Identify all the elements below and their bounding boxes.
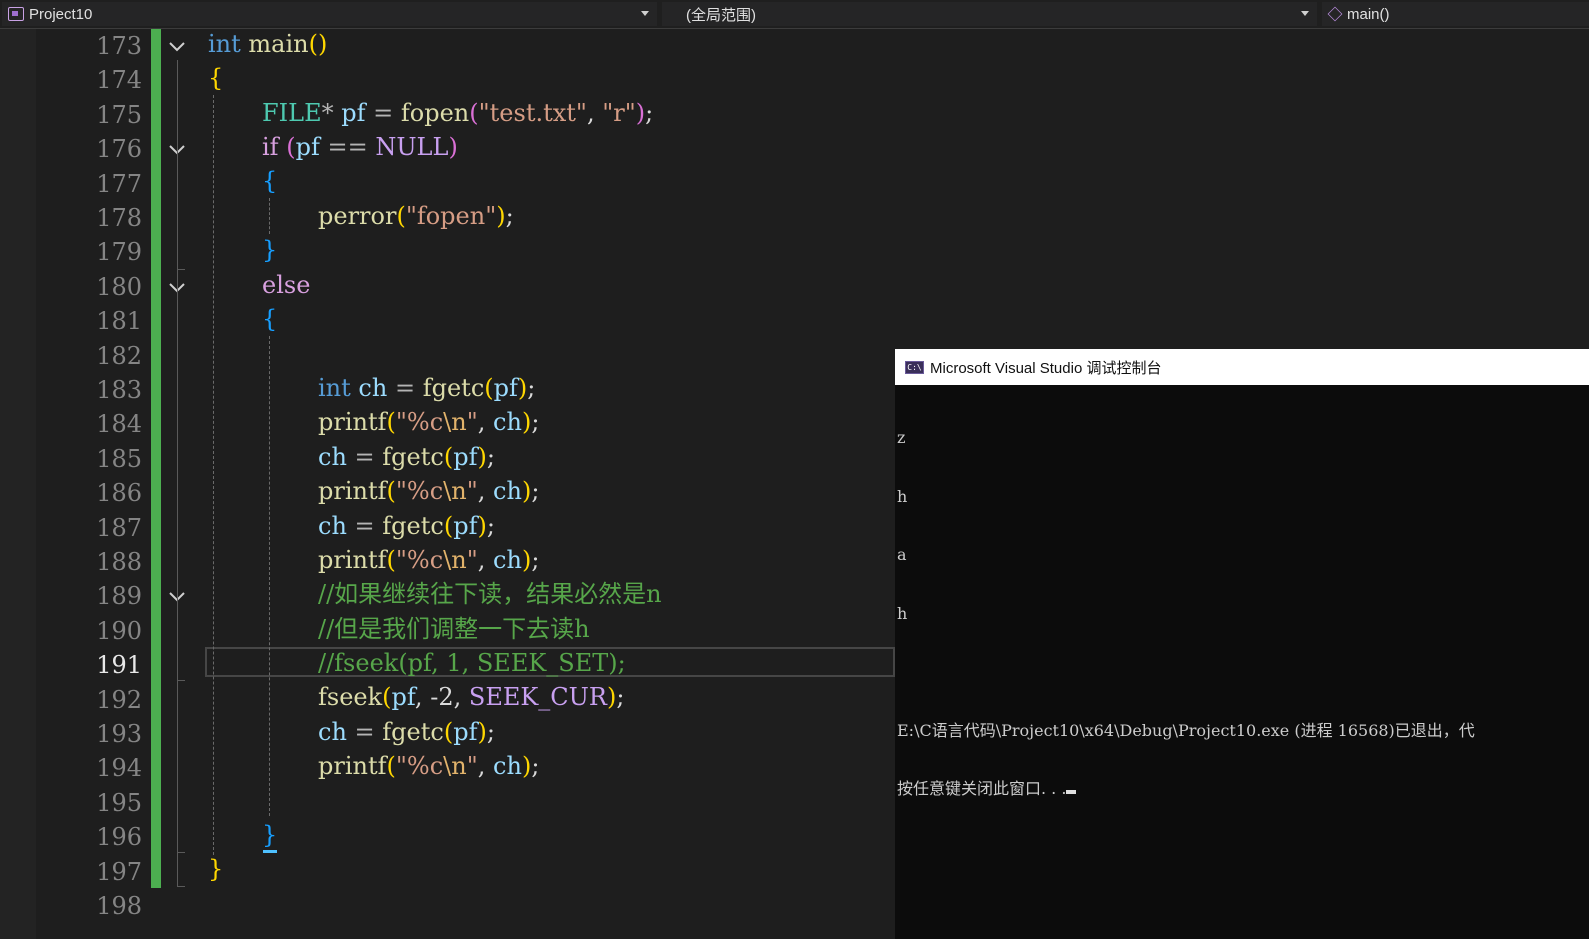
text-cursor [263, 850, 277, 853]
outline-region-end [177, 886, 185, 887]
member-label: main() [1347, 5, 1390, 23]
code-line-197: } [208, 855, 224, 883]
console-line: 按任意键关闭此窗口. . . [897, 779, 1587, 799]
code-line-192: fseek(pf, -2, SEEK_CUR); [318, 683, 625, 711]
indent-guide [213, 95, 214, 855]
console-output: z h a h E:\C语言代码\Project10\x64\Debug\Pro… [897, 389, 1587, 838]
code-line-187: ch = fgetc(pf); [318, 512, 495, 540]
code-line-196: } [262, 821, 278, 849]
member-dropdown[interactable]: main() [1322, 2, 1589, 26]
console-line: h [897, 486, 908, 506]
outline-region-end [177, 269, 185, 270]
code-line-178: perror("fopen"); [318, 202, 514, 230]
console-prompt-text: 按任意键关闭此窗口. . . [897, 779, 1067, 798]
code-line-189: //如果继续往下读，结果必然是n [318, 580, 662, 608]
console-line: a [897, 545, 907, 564]
debug-console-window[interactable]: C:\ Microsoft Visual Studio 调试控制台 z h a … [895, 349, 1589, 939]
code-line-183: int ch = fgetc(pf); [318, 374, 536, 402]
code-line-175: FILE* pf = fopen("test.txt", "r"); [262, 99, 654, 127]
code-line-186: printf("%c\n", ch); [318, 477, 540, 505]
code-line-176: if (pf == NULL) [262, 133, 458, 161]
code-line-173: int main() [208, 30, 328, 58]
outline-region-line [177, 163, 178, 269]
chevron-down-icon [1301, 11, 1309, 16]
code-line-184: printf("%c\n", ch); [318, 408, 540, 436]
console-line: E:\C语言代码\Project10\x64\Debug\Project10.e… [897, 720, 1475, 740]
console-title-bar[interactable]: C:\ Microsoft Visual Studio 调试控制台 [895, 349, 1589, 385]
code-line-194: printf("%c\n", ch); [318, 752, 540, 780]
function-icon [1327, 6, 1343, 22]
code-line-188: printf("%c\n", ch); [318, 546, 540, 574]
outline-region-end [177, 852, 185, 853]
console-app-icon: C:\ [905, 360, 924, 374]
code-line-180: else [262, 271, 311, 299]
outline-region-end [177, 680, 185, 681]
console-cursor [1066, 790, 1077, 794]
code-line-191: //fseek(pf, 1, SEEK_SET); [318, 649, 626, 677]
code-line-181: { [262, 305, 278, 333]
indent-guide [269, 198, 270, 234]
code-line-177: { [262, 167, 278, 195]
code-line-179: } [262, 236, 278, 264]
code-editor[interactable]: int main() { FILE* pf = fopen("test.txt"… [0, 0, 895, 939]
collapse-icon[interactable] [168, 37, 186, 55]
code-line-174: { [208, 64, 224, 92]
console-title: Microsoft Visual Studio 调试控制台 [930, 359, 1162, 377]
code-line-193: ch = fgetc(pf); [318, 718, 495, 746]
code-line-190: //但是我们调整一下去读h [318, 615, 590, 643]
console-line: z [897, 428, 906, 447]
console-line: h [897, 603, 908, 623]
indent-guide [269, 336, 270, 816]
code-line-185: ch = fgetc(pf); [318, 443, 495, 471]
